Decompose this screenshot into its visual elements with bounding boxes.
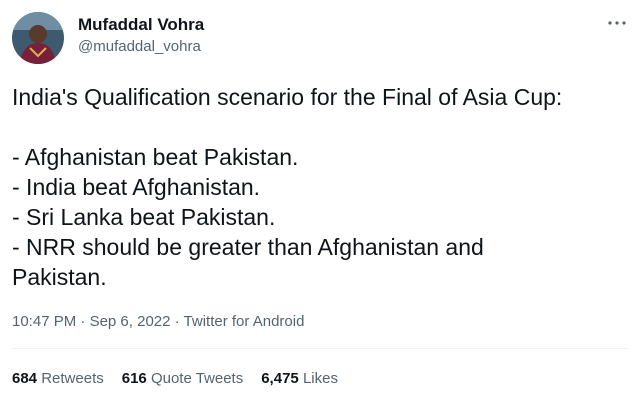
more-options-button[interactable] xyxy=(604,16,630,30)
tweet-source[interactable]: Twitter for Android xyxy=(184,313,305,330)
likes-label: Likes xyxy=(302,370,338,387)
tweet-time[interactable]: 10:47 PM xyxy=(12,313,76,330)
quote-tweets-label: Quote Tweets xyxy=(150,370,244,387)
display-name[interactable]: Mufaddal Vohra xyxy=(78,15,204,35)
meta-separator: · xyxy=(170,313,184,330)
tweet-line: - NRR should be greater than Afghanistan… xyxy=(12,234,484,260)
quote-tweets-stat[interactable]: 616 Quote Tweets xyxy=(122,370,243,387)
avatar-image xyxy=(12,12,64,64)
avatar[interactable] xyxy=(12,12,64,64)
user-handle[interactable]: @mufaddal_vohra xyxy=(78,38,201,55)
likes-count: 6,475 xyxy=(261,370,299,387)
quote-tweets-count: 616 xyxy=(121,370,147,387)
tweet-line: - India beat Afghanistan. xyxy=(12,174,261,200)
tweet-stats: 684 Retweets 616 Quote Tweets 6,475 Like… xyxy=(12,370,338,387)
tweet-line: - Afghanistan beat Pakistan. xyxy=(12,144,299,170)
retweets-label: Retweets xyxy=(41,370,104,387)
meta-separator: · xyxy=(76,313,90,330)
ellipsis-icon xyxy=(608,21,626,25)
retweets-stat[interactable]: 684 Retweets xyxy=(12,370,104,387)
tweet-card: Mufaddal Vohra @mufaddal_vohra India's Q… xyxy=(0,0,640,403)
retweets-count: 684 xyxy=(12,370,38,387)
divider xyxy=(12,348,628,349)
tweet-meta: 10:47 PM · Sep 6, 2022 · Twitter for And… xyxy=(12,313,304,330)
tweet-date[interactable]: Sep 6, 2022 xyxy=(90,313,171,330)
tweet-line: India's Qualification scenario for the F… xyxy=(12,84,563,110)
tweet-text: India's Qualification scenario for the F… xyxy=(12,82,632,292)
tweet-line: - Sri Lanka beat Pakistan. xyxy=(12,204,276,230)
likes-stat[interactable]: 6,475 Likes xyxy=(261,370,338,387)
tweet-line: Pakistan. xyxy=(12,264,107,290)
